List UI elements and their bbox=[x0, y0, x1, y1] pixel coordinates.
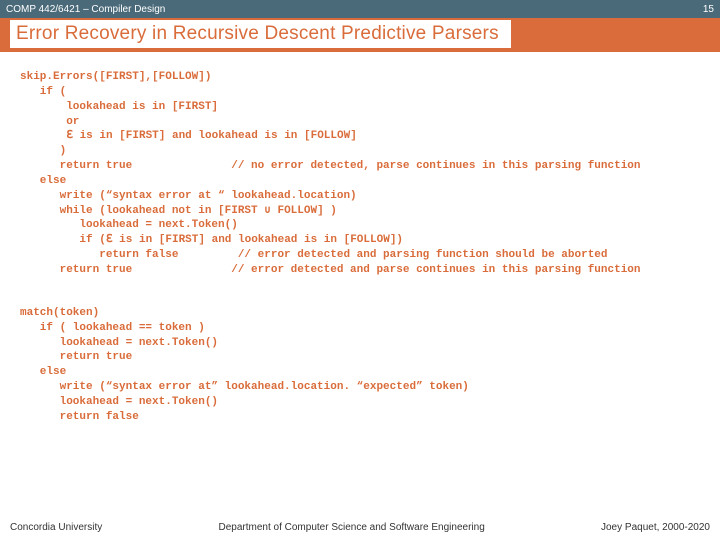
footer-center: Department of Computer Science and Softw… bbox=[219, 522, 485, 533]
slide-title: Error Recovery in Recursive Descent Pred… bbox=[10, 20, 511, 50]
footer: Concordia University Department of Compu… bbox=[0, 518, 720, 540]
code-block-skiperrors: skip.Errors([FIRST],[FOLLOW]) if ( looka… bbox=[20, 70, 712, 278]
slide-body: skip.Errors([FIRST],[FOLLOW]) if ( looka… bbox=[0, 52, 720, 518]
code-block-match: match(token) if ( lookahead == token ) l… bbox=[20, 306, 712, 425]
slide: COMP 442/6421 – Compiler Design 15 Error… bbox=[0, 0, 720, 540]
title-bar: Error Recovery in Recursive Descent Pred… bbox=[0, 18, 720, 52]
top-bar: COMP 442/6421 – Compiler Design 15 bbox=[0, 0, 720, 18]
page-number: 15 bbox=[703, 4, 714, 15]
course-label: COMP 442/6421 – Compiler Design bbox=[6, 4, 165, 15]
footer-right: Joey Paquet, 2000-2020 bbox=[601, 522, 710, 533]
footer-left: Concordia University bbox=[10, 522, 102, 533]
